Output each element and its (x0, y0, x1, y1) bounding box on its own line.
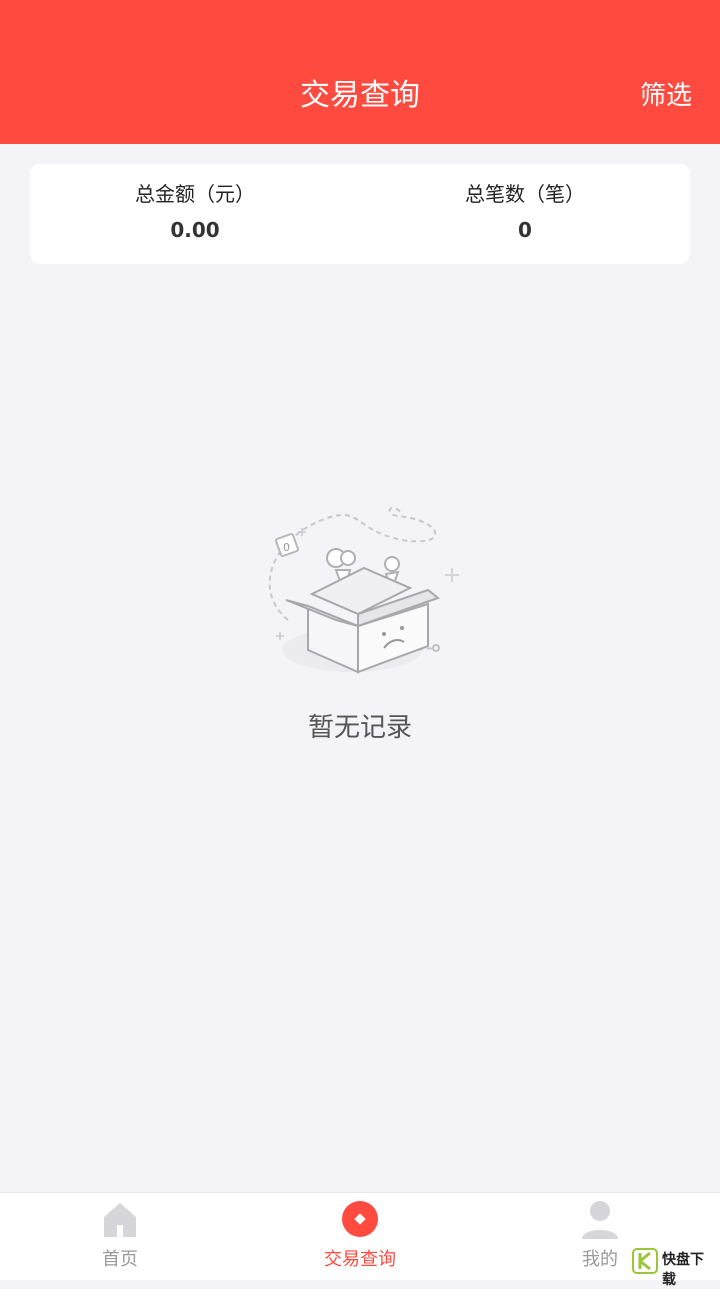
watermark-k-icon (632, 1248, 658, 1274)
empty-state-text: 暂无记录 (307, 713, 412, 743)
summary-card: 总金额（元） 0.00 总笔数（笔） 0 (30, 164, 690, 264)
total-amount-block: 总金额（元） 0.00 (30, 164, 360, 264)
tab-trade-query[interactable]: 交易查询 (290, 1193, 430, 1281)
trade-query-icon (342, 1201, 378, 1237)
total-count-block: 总笔数（笔） 0 (360, 164, 690, 264)
watermark-logo: 快盘下载 (632, 1248, 714, 1288)
total-count-value: 0 (518, 218, 532, 242)
tab-label-trade-query: 交易查询 (324, 1249, 396, 1270)
top-header: 交易查询 筛选 (0, 0, 720, 144)
watermark-text: 快盘下载 (662, 1252, 704, 1288)
total-count-label: 总笔数（笔） (465, 182, 585, 206)
user-icon (582, 1201, 618, 1239)
tab-home[interactable]: 首页 (50, 1193, 190, 1281)
home-icon (104, 1203, 136, 1237)
empty-box-icon: 0 (268, 506, 459, 674)
total-amount-value: 0.00 (170, 218, 220, 242)
total-amount-label: 总金额（元） (135, 182, 255, 206)
bottom-tabbar: 首页 交易查询 我的 (0, 1192, 720, 1280)
tab-label-home: 首页 (102, 1249, 138, 1270)
svg-text:0: 0 (283, 541, 290, 554)
page-title: 交易查询 (300, 78, 420, 113)
filter-button[interactable]: 筛选 (640, 76, 692, 116)
